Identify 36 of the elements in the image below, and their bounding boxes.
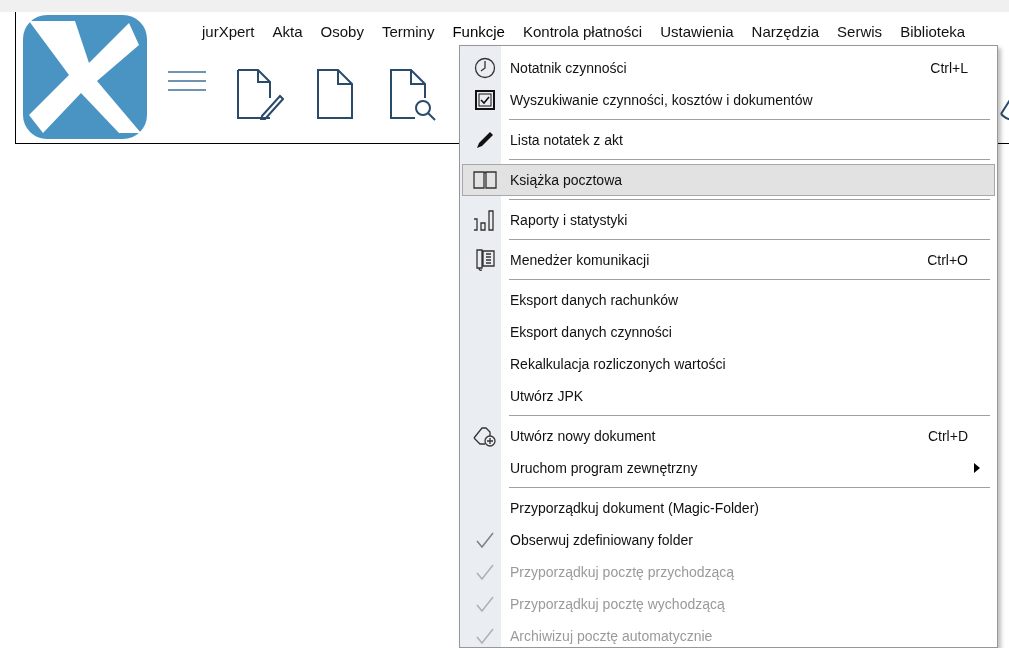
clock-icon	[473, 57, 496, 79]
menu-item[interactable]: Menedżer komunikacji Ctrl+O	[462, 244, 995, 276]
phone-icon	[473, 248, 496, 272]
menu-item[interactable]: Notatnik czynności Ctrl+L	[462, 52, 995, 84]
menu-item[interactable]: Książka pocztowa	[462, 164, 995, 196]
checkbox-icon	[474, 90, 495, 110]
menu-bar-item[interactable]: Biblioteka	[899, 21, 967, 44]
menu-item[interactable]: Wyszukiwanie czynności, kosztów i dokumentów	[462, 84, 995, 116]
menu-bar-item[interactable]: Kontrola płatności	[521, 21, 644, 44]
pen-icon	[474, 130, 495, 150]
menu-icon[interactable]	[168, 70, 206, 92]
menu-item[interactable]: Utwórz JPK	[462, 380, 995, 412]
document-search-icon[interactable]	[389, 68, 437, 122]
bar-chart-icon	[472, 209, 497, 231]
menu-bar-item[interactable]: Serwis	[836, 21, 884, 44]
menu-item[interactable]: Uruchom program zewnętrzny	[462, 452, 995, 484]
document-edit-icon[interactable]	[236, 68, 284, 120]
menu-item[interactable]: Obserwuj zdefiniowany folder	[462, 524, 995, 556]
menu-bar-item[interactable]: Narzędzia	[750, 21, 821, 44]
menu-bar-item[interactable]: jurXpert	[201, 21, 256, 44]
menu-item[interactable]: Przyporządkuj dokument (Magic-Folder)	[462, 492, 995, 524]
document-add-icon	[471, 424, 498, 448]
book-icon	[472, 170, 497, 190]
menu-bar-item[interactable]: Ustawienia	[659, 21, 735, 44]
menu-item[interactable]: Lista notatek z akt	[462, 124, 995, 156]
document-icon[interactable]	[316, 68, 354, 120]
menu-item[interactable]: Rekalkulacja rozliczonych wartości	[462, 348, 995, 380]
menu-bar-item[interactable]: Funkcje	[451, 21, 506, 44]
menu-bar-item[interactable]: Akta	[271, 21, 304, 44]
menu-item[interactable]: Eksport danych czynności	[462, 316, 995, 348]
menu-item[interactable]: Eksport danych rachunków	[462, 284, 995, 316]
menu-bar-item[interactable]: Terminy	[380, 21, 436, 44]
menu-item[interactable]: Raporty i statystyki	[462, 204, 995, 236]
submenu-arrow-icon	[974, 463, 980, 473]
menu-item[interactable]: Utwórz nowy dokument Ctrl+D	[462, 420, 995, 452]
menu-bar-item[interactable]: Osoby	[319, 21, 365, 44]
